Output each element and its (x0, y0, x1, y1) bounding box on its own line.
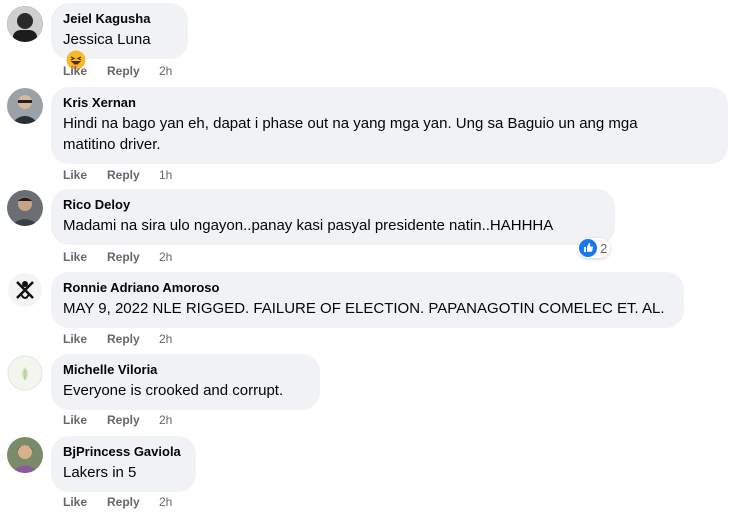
reply-button[interactable]: Reply (107, 494, 140, 510)
comment-bubble: Rico Deloy Madami na sira ulo ngayon..pa… (51, 189, 615, 245)
avatar[interactable] (7, 190, 43, 226)
comment-bubble: Kris Xernan Hindi na bago yan eh, dapat … (51, 87, 728, 164)
comment-text: Madami na sira ulo ngayon..panay kasi pa… (63, 217, 554, 234)
avatar[interactable] (7, 437, 43, 473)
comment-text: Hindi na bago yan eh, dapat i phase out … (63, 115, 638, 153)
comment-bubble: BjPrincess Gaviola Lakers in 5 (51, 436, 196, 492)
like-button[interactable]: Like (63, 167, 87, 183)
comment-bubble: Michelle Viloria Everyone is crooked and… (51, 354, 320, 410)
comment-author[interactable]: Michelle Viloria (63, 362, 308, 378)
reply-button[interactable]: Reply (107, 249, 140, 265)
comment-author[interactable]: BjPrincess Gaviola (63, 444, 184, 460)
reaction-summary[interactable]: 2 (578, 238, 611, 258)
comment-timestamp[interactable]: 2h (159, 494, 172, 510)
comment-bubble: Ronnie Adriano Amoroso MAY 9, 2022 NLE R… (51, 272, 684, 328)
avatar[interactable] (7, 88, 43, 124)
like-reaction-icon (579, 239, 597, 257)
comment-author[interactable]: Kris Xernan (63, 95, 716, 111)
avatar[interactable] (7, 355, 43, 391)
comment-timestamp[interactable]: 2h (159, 412, 172, 428)
like-button[interactable]: Like (63, 63, 87, 79)
comment-author[interactable]: Rico Deloy (63, 197, 603, 213)
like-button[interactable]: Like (63, 331, 87, 347)
comment-timestamp[interactable]: 2h (159, 249, 172, 265)
reaction-count: 2 (600, 240, 608, 256)
comment-timestamp[interactable]: 1h (159, 167, 172, 183)
avatar[interactable] (7, 6, 43, 42)
reply-button[interactable]: Reply (107, 331, 140, 347)
comment-author[interactable]: Ronnie Adriano Amoroso (63, 280, 672, 296)
comment-timestamp[interactable]: 2h (159, 331, 172, 347)
comment-timestamp[interactable]: 2h (159, 63, 172, 79)
comment-bubble: Jeiel Kagusha Jessica Luna (51, 3, 188, 70)
like-button[interactable]: Like (63, 412, 87, 428)
like-button[interactable]: Like (63, 494, 87, 510)
comment-text: Everyone is crooked and corrupt. (63, 382, 284, 399)
reply-button[interactable]: Reply (107, 412, 140, 428)
comment-author[interactable]: Jeiel Kagusha (63, 11, 176, 27)
comment-text: Lakers in 5 (63, 464, 137, 481)
like-button[interactable]: Like (63, 249, 87, 265)
comment-text: MAY 9, 2022 NLE RIGGED. FAILURE OF ELECT… (63, 300, 665, 317)
avatar[interactable] (7, 272, 43, 308)
reply-button[interactable]: Reply (107, 63, 140, 79)
reply-button[interactable]: Reply (107, 167, 140, 183)
